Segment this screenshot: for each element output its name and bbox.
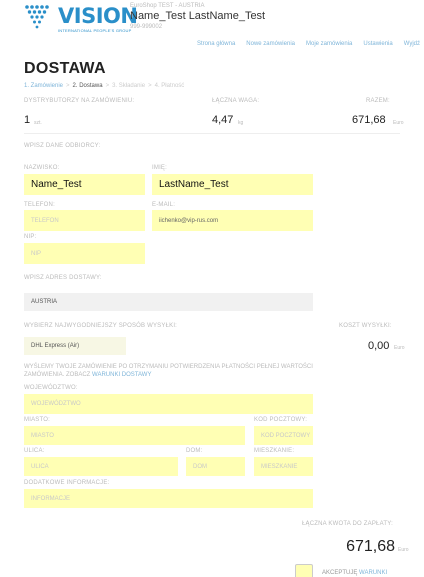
shipping-cost-label: KOSZT WYSYŁKI: xyxy=(339,323,392,329)
distributors-label: DYSTRYBUTORZY NA ZAMÓWIENIU: xyxy=(24,98,135,104)
accept-terms-label: AKCEPTUJĘ WARUNKI xyxy=(322,570,387,576)
nav-logout-link[interactable]: Wyjdź xyxy=(404,41,420,47)
zip-field[interactable]: KOD POCZTOWY xyxy=(254,426,313,445)
step-separator: > xyxy=(105,83,110,89)
step-assembly: 3. Składanie xyxy=(112,83,146,89)
street-label: ULICA: xyxy=(24,448,45,454)
nav-new-orders-link[interactable]: Nowe zamówienia xyxy=(246,41,295,47)
grand-total-label: ŁĄCZNA KWOTA DO ZAPŁATY: xyxy=(302,521,393,527)
zip-label: KOD POCZTOWY: xyxy=(254,417,308,423)
email-field[interactable]: iichenko@vip-rus.com xyxy=(152,210,313,231)
shipping-method-label: WYBIERZ NAJWYGODNIEJSZY SPOSÓB WYSYŁKI: xyxy=(24,323,178,329)
email-label: E-MAIL: xyxy=(152,202,176,208)
phone-label: TELEFON: xyxy=(24,202,55,208)
shop-name: EuroShop TEST - AUSTRIA xyxy=(130,3,205,9)
step-separator: > xyxy=(66,83,70,89)
step-payment: 4. Płatność xyxy=(154,83,185,89)
additional-info-field[interactable]: INFORMACJE xyxy=(24,489,313,508)
phone-field[interactable]: TELEFON xyxy=(24,210,145,231)
logo-text: VISION xyxy=(58,4,138,28)
shipping-cost-unit: Euro xyxy=(394,345,405,351)
apartment-field[interactable]: MIESZKANIE xyxy=(254,457,313,476)
logo-subtext: INTERNATIONAL PEOPLE'S GROUP xyxy=(58,28,132,33)
last-name-label: NAZWISKO: xyxy=(24,165,60,171)
logo-mark-icon xyxy=(25,5,49,29)
grand-total-unit: Euro xyxy=(398,547,409,553)
additional-info-label: DODATKOWE INFORMACJE: xyxy=(24,480,110,486)
city-label: MIASTO: xyxy=(24,417,50,423)
first-name-field[interactable]: LastName_Test xyxy=(152,174,313,195)
top-navigation: Strona główna Nowe zamówienia Moje zamów… xyxy=(197,41,420,47)
apartment-label: MIESZKANIE: xyxy=(254,448,295,454)
order-total-value: 671,68 xyxy=(352,114,386,126)
page-title: DOSTAWA xyxy=(24,60,106,77)
step-order[interactable]: 1. Zamówienie xyxy=(24,83,63,89)
shipping-note-text: WYŚLEMY TWOJE ZAMÓWIENIE PO OTRZYMANIU P… xyxy=(24,364,313,378)
nip-field[interactable]: NIP xyxy=(24,243,145,264)
nav-settings-link[interactable]: Ustawienia xyxy=(363,41,392,47)
order-total-label: RAZEM: xyxy=(366,98,390,104)
accept-terms-checkbox[interactable] xyxy=(295,564,313,577)
last-name-field[interactable]: Name_Test xyxy=(24,174,145,195)
terms-link[interactable]: WARUNKI xyxy=(359,570,387,576)
distributors-value: 1 xyxy=(24,114,31,126)
address-section-label: WPISZ ADRES DOSTAWY: xyxy=(24,275,102,281)
accept-text: AKCEPTUJĘ xyxy=(322,570,358,576)
vision-logo[interactable]: VISION INTERNATIONAL PEOPLE'S GROUP xyxy=(24,4,138,33)
order-total-unit: Euro xyxy=(393,120,404,126)
step-delivery: 2. Dostawa xyxy=(72,83,103,89)
divider xyxy=(24,133,400,134)
street-field[interactable]: ULICA xyxy=(24,457,178,476)
shipping-cost-value: 0,00 xyxy=(368,340,390,352)
user-id: 999-999002 xyxy=(130,24,163,30)
shipping-note: WYŚLEMY TWOJE ZAMÓWIENIE PO OTRZYMANIU P… xyxy=(24,363,334,379)
region-field[interactable]: WOJEWÓDZTWO xyxy=(24,394,313,414)
house-label: DOM: xyxy=(186,448,203,454)
region-label: WOJEWÓDZTWO: xyxy=(24,385,78,391)
house-field[interactable]: DOM xyxy=(186,457,245,476)
checkout-steps: 1. Zamówienie > 2. Dostawa > 3. Składani… xyxy=(24,83,184,89)
first-name-label: IMIĘ: xyxy=(152,165,168,171)
weight-label: ŁĄCZNA WAGA: xyxy=(212,98,260,104)
country-select[interactable]: AUSTRIA xyxy=(24,293,313,311)
step-separator: > xyxy=(148,83,152,89)
nip-label: NIP: xyxy=(24,234,37,240)
weight-value: 4,47 xyxy=(212,114,234,126)
weight-unit: kg xyxy=(238,120,244,126)
grand-total-value: 671,68 xyxy=(346,538,395,555)
delivery-terms-link[interactable]: WARUNKI DOSTAWY xyxy=(92,372,151,378)
nav-my-orders-link[interactable]: Moje zamówienia xyxy=(306,41,352,47)
user-name: Name_Test LastName_Test xyxy=(130,10,266,22)
distributors-unit: szt. xyxy=(34,120,42,126)
recipient-section-label: WPISZ DANE ODBIORCY: xyxy=(24,143,101,149)
city-field[interactable]: MIASTO xyxy=(24,426,245,445)
shipping-method-select[interactable]: DHL Express (Air) xyxy=(24,337,126,355)
nav-home-link[interactable]: Strona główna xyxy=(197,41,235,47)
